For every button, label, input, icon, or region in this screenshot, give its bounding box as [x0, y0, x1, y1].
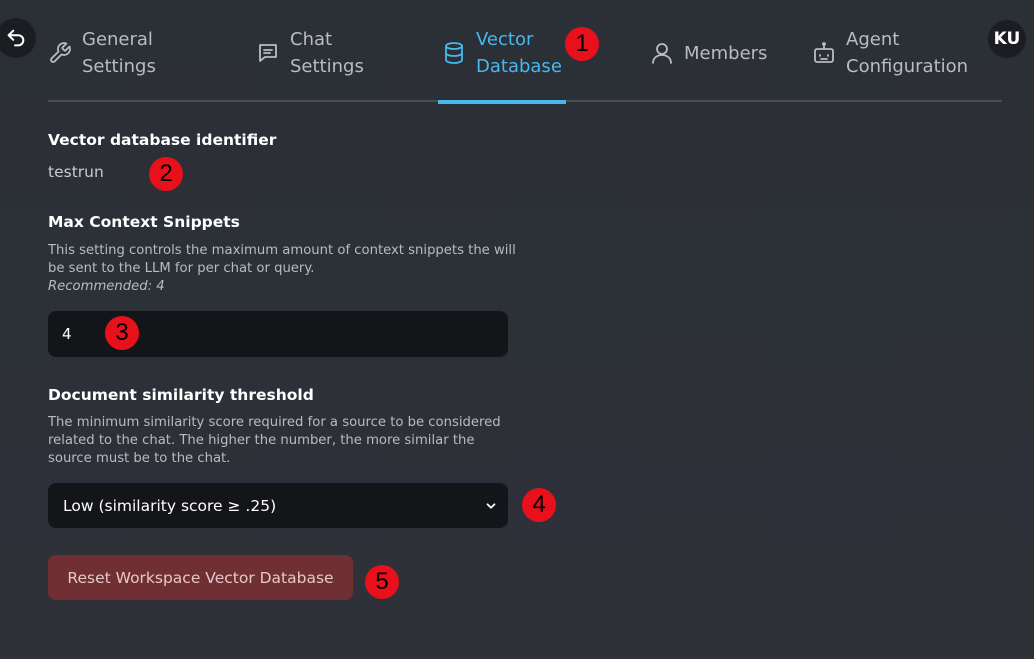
- back-button[interactable]: [0, 18, 36, 58]
- annotation-marker-3: 3: [105, 316, 139, 350]
- max-context-snippets-description: This setting controls the maximum amount…: [48, 242, 518, 296]
- robot-icon: [814, 42, 834, 63]
- tab-label: Members: [684, 43, 768, 64]
- wrench-icon: [50, 42, 71, 63]
- vector-db-identifier-value: testrun: [48, 163, 104, 181]
- tab-chat-settings[interactable]: Chat Settings: [256, 26, 364, 102]
- description-text: This setting controls the maximum amount…: [48, 243, 516, 276]
- tab-label: Vector Database: [476, 29, 562, 77]
- tab-members[interactable]: Members: [650, 26, 767, 102]
- similarity-threshold-description: The minimum similarity score required fo…: [48, 415, 501, 466]
- tab-agent-configuration[interactable]: Agent Configuration: [812, 26, 968, 102]
- annotation-marker-5: 5: [365, 565, 399, 599]
- annotation-marker-2: 2: [149, 157, 183, 191]
- annotation-marker-1: 1: [565, 27, 599, 61]
- similarity-threshold-select[interactable]: Low (similarity score ≥ .25): [48, 483, 508, 528]
- tab-label: General Settings: [82, 29, 156, 77]
- settings-tab-bar: General Settings Chat Settings Vector Da…: [48, 0, 1002, 104]
- reset-vector-database-button[interactable]: Reset Workspace Vector Database: [48, 555, 353, 600]
- tab-vector-database[interactable]: Vector Database: [438, 26, 566, 104]
- user-icon: [652, 43, 672, 64]
- selected-option: Low (similarity score ≥ .25): [63, 496, 277, 515]
- tab-label: Agent Configuration: [846, 29, 969, 77]
- input-value: 4: [62, 325, 72, 343]
- max-context-snippets-title: Max Context Snippets: [48, 213, 240, 231]
- vector-db-identifier-title: Vector database identifier: [48, 131, 277, 149]
- undo-arrow-icon: [7, 29, 25, 47]
- annotation-marker-4: 4: [522, 488, 556, 522]
- recommendation-text: Recommended: 4: [48, 279, 165, 294]
- similarity-threshold-title: Document similarity threshold: [48, 386, 314, 404]
- chevron-down-icon: [486, 502, 496, 509]
- tab-label: Chat Settings: [290, 29, 364, 77]
- tab-general-settings[interactable]: General Settings: [48, 26, 156, 102]
- chat-bubble-icon: [259, 44, 277, 62]
- database-icon: [445, 42, 463, 64]
